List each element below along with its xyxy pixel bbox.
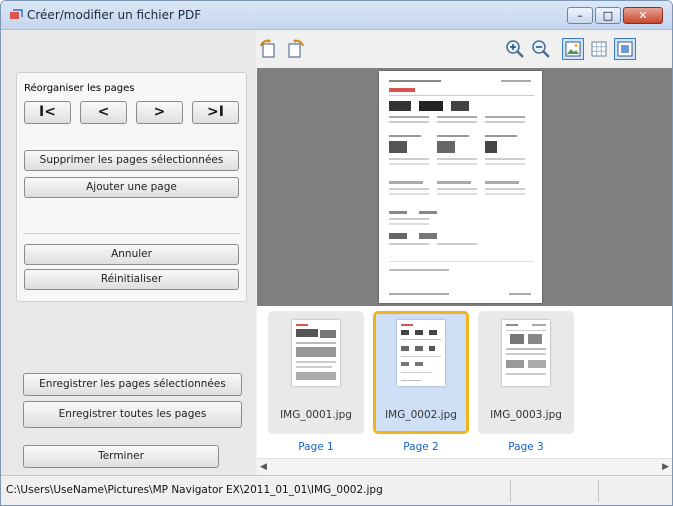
delete-selected-pages-button[interactable]: Supprimer les pages sélectionnées [24, 150, 239, 171]
thumbnail-filename: IMG_0001.jpg [280, 409, 352, 421]
thumbnail-page-3[interactable]: IMG_0003.jpg [478, 311, 574, 434]
toolbar [256, 30, 672, 68]
thumbnail-image [397, 320, 445, 386]
window-title: Créer/modifier un fichier PDF [27, 8, 202, 22]
next-page-button[interactable]: > [136, 101, 183, 124]
page-label-3: Page 3 [508, 441, 544, 453]
status-bar: C:\Users\UseName\Pictures\MP Navigator E… [1, 475, 672, 505]
undo-button[interactable]: Annuler [24, 244, 239, 265]
rotate-left-icon[interactable] [258, 38, 280, 60]
reset-button[interactable]: Réinitialiser [24, 269, 239, 290]
add-page-button[interactable]: Ajouter une page [24, 177, 239, 198]
reorder-label: Réorganiser les pages [24, 83, 135, 94]
previous-page-button[interactable]: < [80, 101, 127, 124]
page-label-1: Page 1 [298, 441, 334, 453]
rotate-right-icon[interactable] [284, 38, 306, 60]
preview-view-icon[interactable] [562, 38, 584, 60]
save-selected-pages-button[interactable]: Enregistrer les pages sélectionnées [23, 373, 242, 396]
close-button[interactable]: ✕ [623, 7, 663, 24]
maximize-button[interactable]: □ [595, 7, 621, 24]
close-icon: ✕ [638, 9, 648, 22]
title-bar: Créer/modifier un fichier PDF – □ ✕ [1, 1, 672, 30]
thumbnail-page-2[interactable]: IMG_0002.jpg [373, 311, 469, 434]
file-path: C:\Users\UseName\Pictures\MP Navigator E… [6, 484, 383, 496]
thumbnail-page-1[interactable]: IMG_0001.jpg [268, 311, 364, 434]
horizontal-scrollbar[interactable]: ◀ ▶ [257, 458, 672, 476]
divider [510, 480, 511, 502]
finish-button[interactable]: Terminer [23, 445, 219, 468]
divider [598, 480, 599, 502]
save-all-pages-button[interactable]: Enregistrer toutes les pages [23, 401, 242, 428]
app-window: Créer/modifier un fichier PDF – □ ✕ Réor… [0, 0, 673, 506]
reorder-group: Réorganiser les pages I< < > >I Supprime… [16, 72, 247, 302]
thumbnail-strip: IMG_0001.jpg IMG_0002.jpg IMG_0003.jpg P… [257, 306, 672, 476]
thumbnail-image [502, 320, 550, 386]
minimize-icon: – [577, 9, 583, 22]
page-label-2: Page 2 [403, 441, 439, 453]
thumbnail-view-icon[interactable] [588, 38, 610, 60]
maximize-icon: □ [602, 9, 614, 22]
last-page-button[interactable]: >I [192, 101, 239, 124]
full-screen-icon[interactable] [614, 38, 636, 60]
first-page-button[interactable]: I< [24, 101, 71, 124]
thumbnail-filename: IMG_0003.jpg [490, 409, 562, 421]
minimize-button[interactable]: – [567, 7, 593, 24]
thumbnail-image [292, 320, 340, 386]
zoom-in-icon[interactable] [504, 38, 526, 60]
zoom-out-icon[interactable] [530, 38, 552, 60]
page-preview-area[interactable] [257, 68, 672, 306]
scroll-right-icon[interactable]: ▶ [662, 462, 669, 472]
scroll-left-icon[interactable]: ◀ [260, 462, 267, 472]
page-preview-image [379, 71, 542, 303]
app-icon [10, 9, 23, 19]
thumbnail-filename: IMG_0002.jpg [385, 409, 457, 421]
divider [23, 233, 240, 234]
left-panel: Réorganiser les pages I< < > >I Supprime… [1, 30, 256, 475]
